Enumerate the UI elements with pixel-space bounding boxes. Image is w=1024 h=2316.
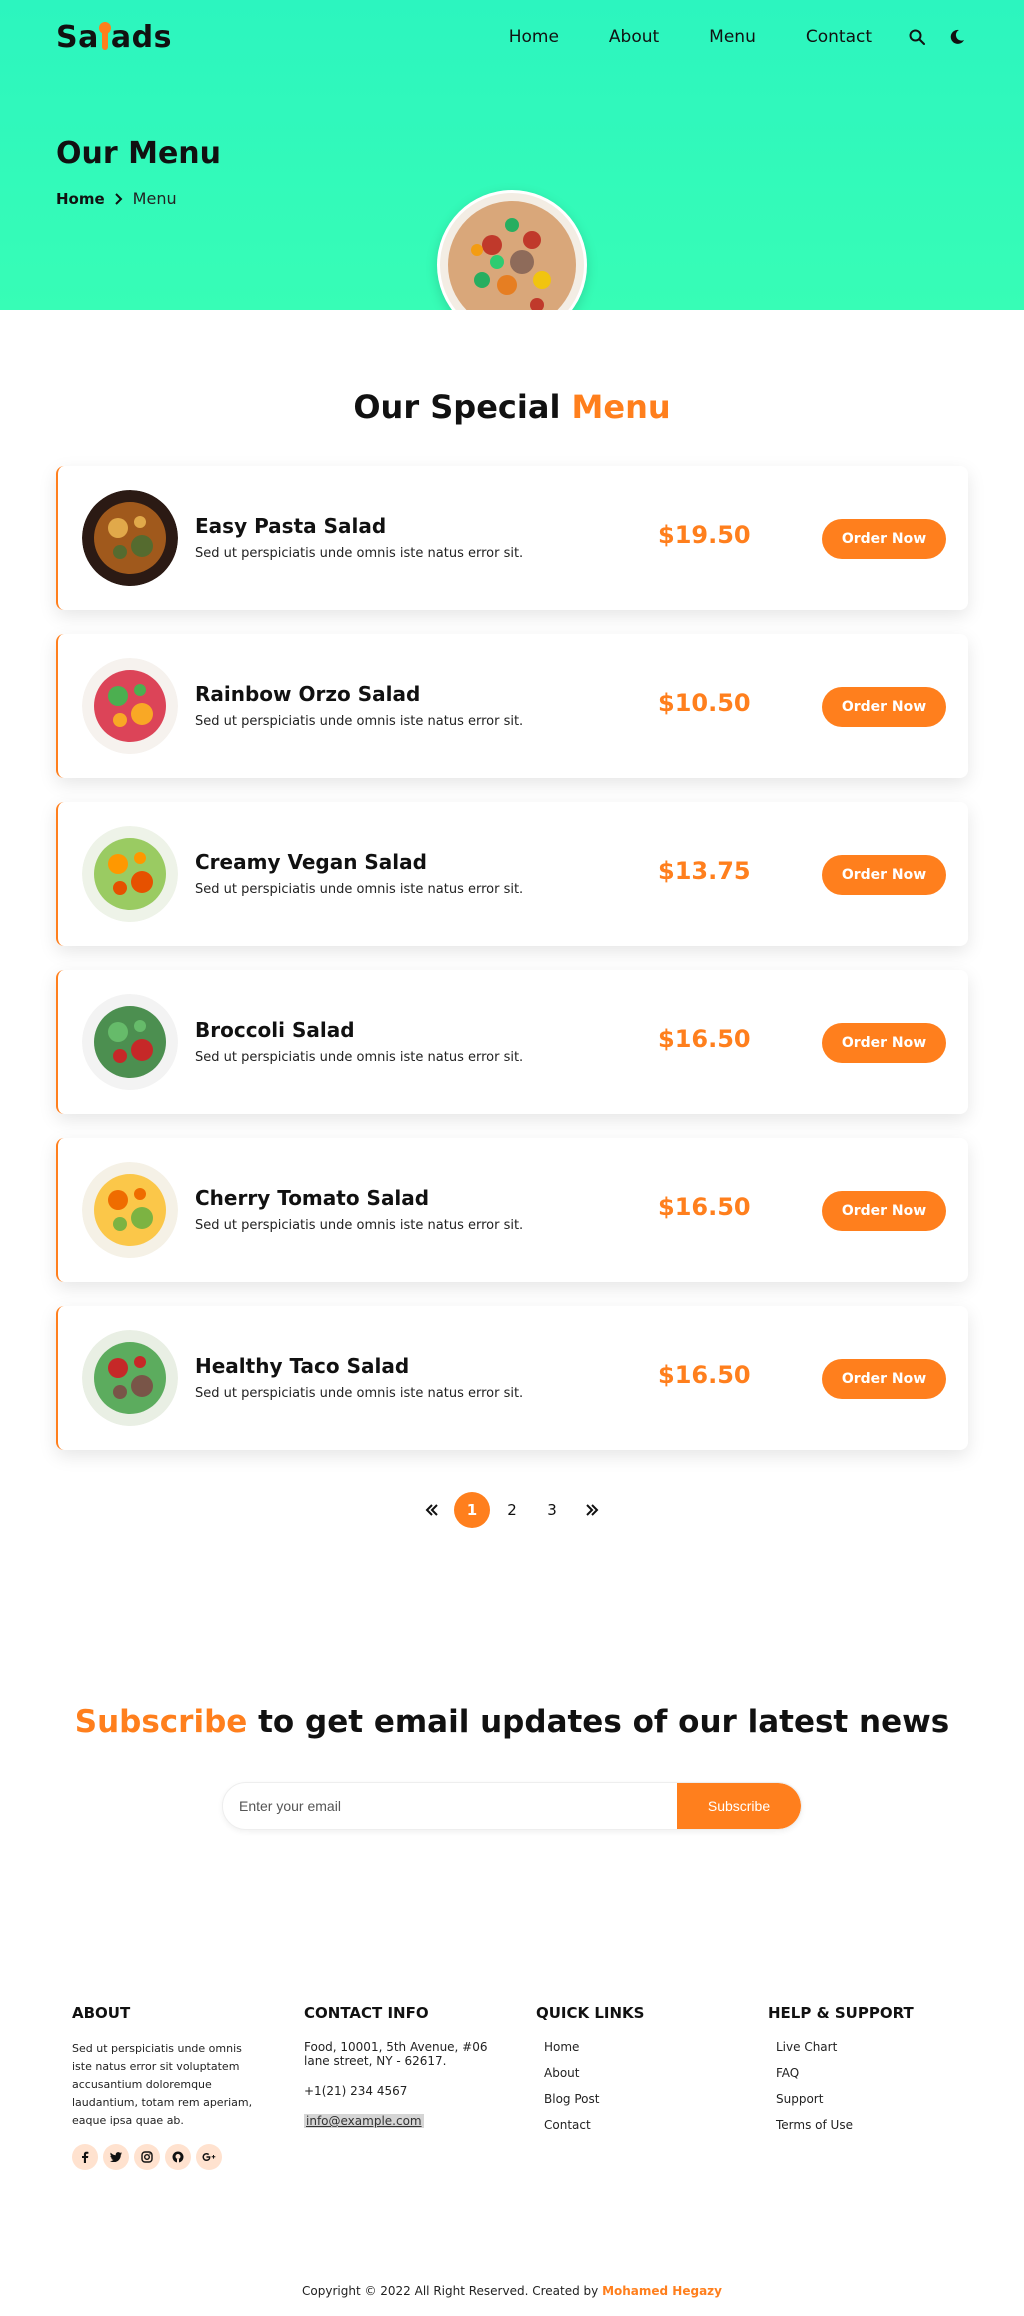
footer-quick-links-heading: QUICK LINKS xyxy=(536,2004,645,2022)
help-link-terms[interactable]: Terms of Use xyxy=(776,2118,988,2132)
menu-item-name: Cherry Tomato Salad xyxy=(195,1186,430,1210)
menu-item-name: Easy Pasta Salad xyxy=(195,514,387,538)
instagram-icon[interactable] xyxy=(134,2144,160,2170)
breadcrumb-current: Menu xyxy=(132,189,177,208)
menu-item-image xyxy=(82,658,178,754)
menu-card: Rainbow Orzo Salad Sed ut perspiciatis un… xyxy=(56,634,968,778)
menu-item-image xyxy=(82,994,178,1090)
footer-about: ABOUT Sed ut perspiciatis unde omnis ist… xyxy=(72,2004,292,2170)
footer-address: Food, 10001, 5th Avenue, #06 lane street… xyxy=(304,2040,488,2068)
menu-item-description: Sed ut perspiciatis unde omnis iste natu… xyxy=(195,1050,524,1065)
subscribe-form: Subscribe xyxy=(222,1782,802,1830)
moon-icon[interactable] xyxy=(946,26,968,48)
quick-link-contact[interactable]: Contact xyxy=(544,2118,756,2132)
quick-link-about[interactable]: About xyxy=(544,2066,756,2080)
footer-phone: +1(21) 234 4567 xyxy=(304,2084,408,2098)
nav-menu[interactable]: Menu xyxy=(709,27,756,47)
order-now-button[interactable]: Order Now xyxy=(822,1191,946,1231)
menu-item-name: Creamy Vegan Salad xyxy=(195,850,427,874)
menu-card: Healthy Taco Salad Sed ut perspiciatis un… xyxy=(56,1306,968,1450)
pagination: 1 2 3 xyxy=(0,1492,1024,1528)
menu-item-name: Healthy Taco Salad xyxy=(195,1354,410,1378)
help-link-faq[interactable]: FAQ xyxy=(776,2066,988,2080)
breadcrumb: Home Menu xyxy=(56,189,177,208)
search-icon[interactable] xyxy=(906,26,928,48)
chevron-right-icon xyxy=(114,192,123,205)
google-plus-icon[interactable] xyxy=(196,2144,222,2170)
nav-about[interactable]: About xyxy=(609,27,659,47)
nav-home[interactable]: Home xyxy=(509,27,559,47)
page-title: Our Menu xyxy=(56,136,222,171)
menu-item-price: $10.50 xyxy=(658,689,751,717)
menu-card: Creamy Vegan Salad Sed ut perspiciatis un… xyxy=(56,802,968,946)
email-input[interactable] xyxy=(223,1783,677,1829)
menu-card: Broccoli Salad Sed ut perspiciatis unde o… xyxy=(56,970,968,1114)
footer-help-heading: HELP & SUPPORT xyxy=(768,2004,914,2022)
menu-item-name: Broccoli Salad xyxy=(195,1018,355,1042)
spoon-icon xyxy=(98,22,111,50)
pagination-prev-icon[interactable] xyxy=(414,1492,450,1528)
menu-section-title: Our Special Menu xyxy=(353,388,671,426)
pagination-page-1[interactable]: 1 xyxy=(454,1492,490,1528)
footer-about-heading: ABOUT xyxy=(72,2004,131,2022)
menu-item-image xyxy=(82,826,178,922)
footer-quick-links: QUICK LINKS Home About Blog Post Contact xyxy=(536,2004,756,2144)
menu-item-image xyxy=(82,1162,178,1258)
subscribe-button[interactable]: Subscribe xyxy=(677,1783,801,1829)
github-icon[interactable] xyxy=(165,2144,191,2170)
quick-links-list: Home About Blog Post Contact xyxy=(544,2040,756,2132)
pagination-page-3[interactable]: 3 xyxy=(534,1492,570,1528)
menu-item-price: $16.50 xyxy=(658,1025,751,1053)
facebook-icon[interactable] xyxy=(72,2144,98,2170)
help-link-support[interactable]: Support xyxy=(776,2092,988,2106)
menu-item-description: Sed ut perspiciatis unde omnis iste natu… xyxy=(195,882,524,897)
menu-item-description: Sed ut perspiciatis unde omnis iste natu… xyxy=(195,546,524,561)
help-links-list: Live Chart FAQ Support Terms of Use xyxy=(776,2040,988,2132)
breadcrumb-home[interactable]: Home xyxy=(56,190,105,208)
footer-contact-heading: CONTACT INFO xyxy=(304,2004,429,2022)
menu-item-image xyxy=(82,490,178,586)
menu-item-price: $16.50 xyxy=(658,1193,751,1221)
menu-item-price: $19.50 xyxy=(658,521,751,549)
order-now-button[interactable]: Order Now xyxy=(822,855,946,895)
menu-item-price: $16.50 xyxy=(658,1361,751,1389)
footer-email-link[interactable]: info@example.com xyxy=(304,2114,424,2128)
order-now-button[interactable]: Order Now xyxy=(822,519,946,559)
hero-salad-bowl-image xyxy=(437,190,587,310)
quick-link-home[interactable]: Home xyxy=(544,2040,756,2054)
help-link-live-chart[interactable]: Live Chart xyxy=(776,2040,988,2054)
social-links xyxy=(72,2144,292,2170)
nav-contact[interactable]: Contact xyxy=(806,27,872,47)
main-nav: Home About Menu Contact xyxy=(509,26,968,48)
footer-contact: CONTACT INFO Food, 10001, 5th Avenue, #0… xyxy=(304,2004,524,2144)
menu-item-name: Rainbow Orzo Salad xyxy=(195,682,421,706)
twitter-icon[interactable] xyxy=(103,2144,129,2170)
copyright: Copyright © 2022 All Right Reserved. Cre… xyxy=(302,2284,722,2298)
order-now-button[interactable]: Order Now xyxy=(822,1359,946,1399)
site-logo[interactable]: Sa ads xyxy=(56,20,172,55)
menu-item-description: Sed ut perspiciatis unde omnis iste natu… xyxy=(195,714,524,729)
footer-help: HELP & SUPPORT Live Chart FAQ Support Te… xyxy=(768,2004,988,2144)
menu-card: Cherry Tomato Salad Sed ut perspiciatis u… xyxy=(56,1138,968,1282)
order-now-button[interactable]: Order Now xyxy=(822,687,946,727)
menu-item-description: Sed ut perspiciatis unde omnis iste natu… xyxy=(195,1386,524,1401)
menu-item-price: $13.75 xyxy=(658,857,751,885)
quick-link-blog-post[interactable]: Blog Post xyxy=(544,2092,756,2106)
pagination-page-2[interactable]: 2 xyxy=(494,1492,530,1528)
footer-about-text: Sed ut perspiciatis unde omnis iste natu… xyxy=(72,2042,253,2127)
order-now-button[interactable]: Order Now xyxy=(822,1023,946,1063)
pagination-next-icon[interactable] xyxy=(574,1492,610,1528)
menu-item-description: Sed ut perspiciatis unde omnis iste natu… xyxy=(195,1218,524,1233)
menu-item-image xyxy=(82,1330,178,1426)
menu-card: Easy Pasta Salad Sed ut perspiciatis unde… xyxy=(56,466,968,610)
subscribe-title: Subscribe to get email updates of our la… xyxy=(74,1704,950,1740)
copyright-author-link[interactable]: Mohamed Hegazy xyxy=(602,2284,722,2298)
